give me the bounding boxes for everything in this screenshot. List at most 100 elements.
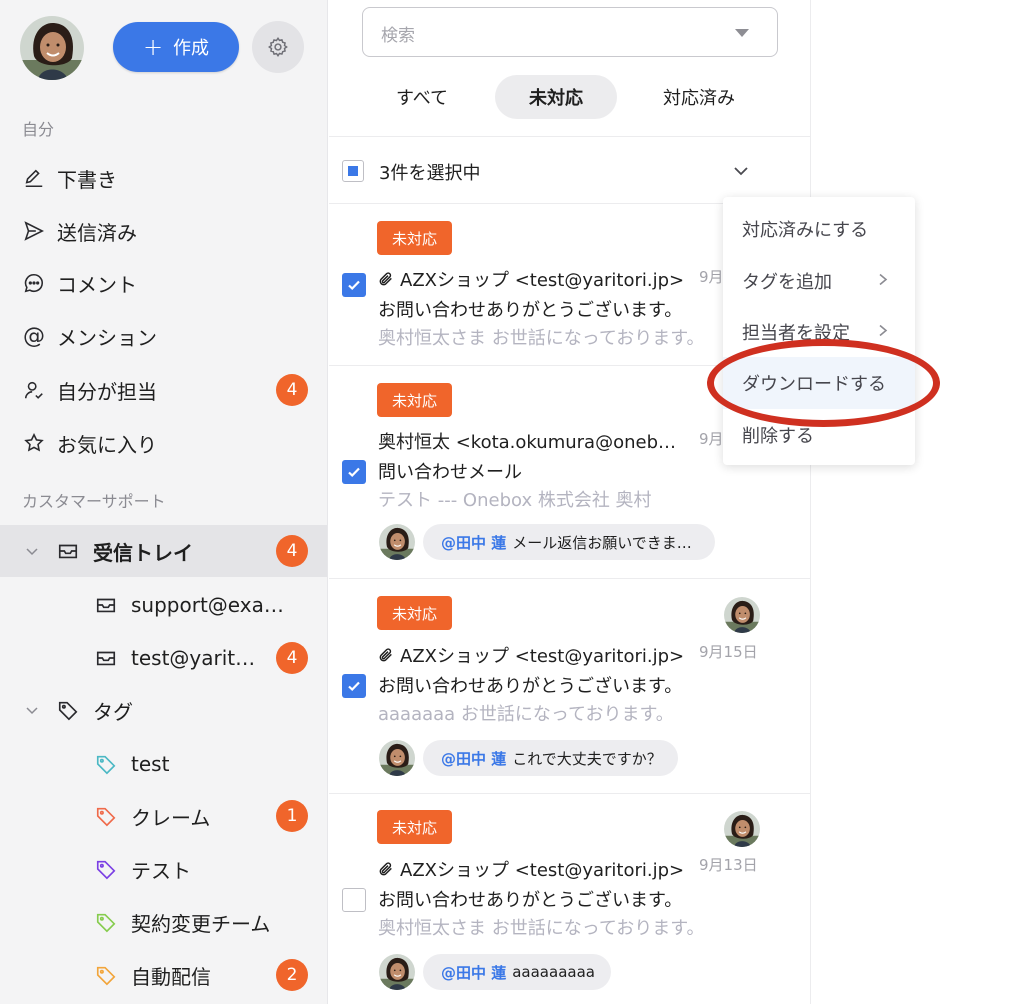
message-subject: お問い合わせありがとうございます。 — [378, 676, 683, 697]
message-row[interactable]: 未対応 AZXショップ <test@yaritori.jp> 9月15日 お問い… — [329, 579, 810, 794]
mention: @田中 蓮 — [441, 749, 507, 768]
inbox-icon — [56, 539, 80, 563]
nav-label: 契約変更チーム — [131, 911, 271, 936]
nav-label: 受信トレイ — [93, 540, 193, 565]
nav-tag-auto-delivery[interactable]: 自動配信 2 — [0, 949, 327, 1001]
nav-tag-test-jp[interactable]: テスト — [0, 843, 327, 895]
search-input[interactable]: 検索 — [362, 7, 778, 57]
person-check-icon — [22, 378, 46, 402]
tab-unhandled[interactable]: 未対応 — [495, 75, 617, 119]
menu-add-tag[interactable]: タグを追加 — [723, 255, 915, 307]
nav-favorites[interactable]: お気に入り — [0, 417, 327, 469]
chevron-down-icon[interactable] — [22, 541, 42, 561]
nav-label: 自分が担当 — [57, 379, 157, 404]
section-label-support: カスタマーサポート — [22, 492, 166, 511]
message-preview: テスト --- Onebox 株式会社 奥村 — [378, 490, 652, 511]
message-checkbox[interactable] — [342, 674, 366, 698]
comment-preview[interactable]: @田中 蓮 aaaaaaaaa — [423, 954, 611, 990]
message-preview: aaaaaaa お世話になっております。 — [378, 704, 674, 725]
select-all-checkbox[interactable] — [342, 160, 364, 182]
message-preview: 奥村恒太さま お世話になっております。 — [378, 328, 705, 349]
compose-label: 作成 — [173, 38, 210, 59]
sender-text: AZXショップ <test@yaritori.jp> — [400, 646, 685, 667]
check-icon — [348, 280, 360, 291]
count-badge: 4 — [276, 374, 308, 406]
nav-sent[interactable]: 送信済み — [0, 205, 327, 257]
nav-label: コメント — [57, 272, 137, 297]
star-icon — [22, 431, 46, 455]
nav-tags[interactable]: タグ — [0, 684, 327, 736]
bulk-actions-chevron-icon[interactable] — [731, 161, 751, 185]
comment-preview[interactable]: @田中 蓮 これで大丈夫ですか？ — [423, 740, 678, 776]
nav-inbox[interactable]: 受信トレイ 4 — [0, 525, 327, 577]
status-badge: 未対応 — [377, 810, 452, 844]
selection-count: 3件を選択中 — [379, 163, 481, 184]
sender-text: 奥村恒太 <kota.okumura@onebox.co.jp> — [378, 432, 678, 453]
tab-handled[interactable]: 対応済み — [639, 75, 759, 119]
nav-comments[interactable]: コメント — [0, 257, 327, 309]
section-label-me: 自分 — [22, 120, 55, 139]
sender-text: AZXショップ <test@yaritori.jp> — [400, 270, 685, 291]
tag-icon — [94, 857, 118, 881]
message-sender: AZXショップ <test@yaritori.jp> — [378, 856, 688, 882]
settings-button[interactable] — [252, 21, 304, 73]
check-icon — [348, 681, 360, 692]
nav-assigned-to-me[interactable]: 自分が担当 4 — [0, 364, 327, 416]
menu-set-assignee[interactable]: 担当者を設定 — [723, 306, 915, 358]
avatar — [379, 524, 415, 560]
message-preview: 奥村恒太さま お世話になっております。 — [378, 918, 705, 939]
sidebar: + 作成 自分 下書き 送信済み コメント @ メンション 自分が担当 4 お気… — [0, 0, 328, 1004]
nav-inbox-test[interactable]: test@yaritori.jp 4 — [0, 632, 327, 684]
message-date: 9月13日 — [699, 856, 758, 874]
paperclip-icon — [379, 648, 392, 662]
avatar — [379, 740, 415, 776]
message-date: 9月15日 — [699, 643, 758, 661]
message-subject: お問い合わせありがとうございます。 — [378, 300, 683, 321]
user-avatar[interactable] — [20, 16, 84, 80]
count-badge: 4 — [276, 642, 308, 674]
nav-mentions[interactable]: @ メンション — [0, 310, 327, 362]
menu-mark-handled[interactable]: 対応済みにする — [723, 203, 915, 255]
message-checkbox[interactable] — [342, 460, 366, 484]
tab-all[interactable]: すべて — [367, 75, 477, 119]
menu-item-label: 対応済みにする — [742, 220, 869, 241]
chevron-down-icon[interactable] — [22, 700, 42, 720]
nav-label: support@example.com — [131, 593, 303, 617]
message-date: 9月 — [699, 430, 724, 448]
menu-item-label: 削除する — [742, 426, 814, 447]
message-date: 9月 — [699, 268, 724, 286]
check-icon — [348, 467, 360, 478]
message-sender: AZXショップ <test@yaritori.jp> — [378, 642, 688, 668]
bulk-action-menu: 対応済みにする タグを追加 担当者を設定 ダウンロードする 削除する — [723, 197, 915, 465]
dropdown-arrow-icon[interactable] — [735, 29, 749, 37]
nav-label: test@yaritori.jp — [131, 646, 259, 670]
status-badge: 未対応 — [377, 383, 452, 417]
inbox-icon — [94, 593, 118, 617]
status-badge: 未対応 — [377, 596, 452, 630]
paperclip-icon — [379, 272, 392, 286]
tag-icon — [94, 910, 118, 934]
message-sender: AZXショップ <test@yaritori.jp> — [378, 266, 690, 292]
count-badge: 1 — [276, 800, 308, 832]
plus-icon: + — [142, 33, 164, 61]
nav-label: テスト — [131, 858, 191, 883]
tag-icon — [94, 752, 118, 776]
message-row[interactable]: 未対応 AZXショップ <test@yaritori.jp> 9月13日 お問い… — [329, 794, 811, 1004]
nav-label: 下書き — [57, 167, 117, 192]
message-list-pane: 検索 すべて 未対応 対応済み 3件を選択中 未対応 AZXショップ <test… — [329, 0, 811, 1004]
nav-label: タグ — [93, 699, 133, 724]
nav-tag-claim[interactable]: クレーム 1 — [0, 790, 327, 842]
menu-download[interactable]: ダウンロードする — [723, 357, 915, 409]
nav-tag-contract-team[interactable]: 契約変更チーム — [0, 896, 327, 948]
search-placeholder: 検索 — [381, 26, 415, 46]
nav-drafts[interactable]: 下書き — [0, 152, 327, 204]
message-checkbox[interactable] — [342, 888, 366, 912]
message-checkbox[interactable] — [342, 273, 366, 297]
nav-label: メンション — [57, 325, 157, 350]
nav-tag-test[interactable]: test — [0, 738, 327, 790]
selection-bar: 3件を選択中 — [329, 136, 810, 204]
menu-delete[interactable]: 削除する — [723, 409, 915, 461]
comment-preview[interactable]: @田中 蓮 メール返信お願いできますか — [423, 524, 715, 560]
nav-inbox-support[interactable]: support@example.com — [0, 579, 327, 631]
compose-button[interactable]: + 作成 — [113, 22, 239, 72]
